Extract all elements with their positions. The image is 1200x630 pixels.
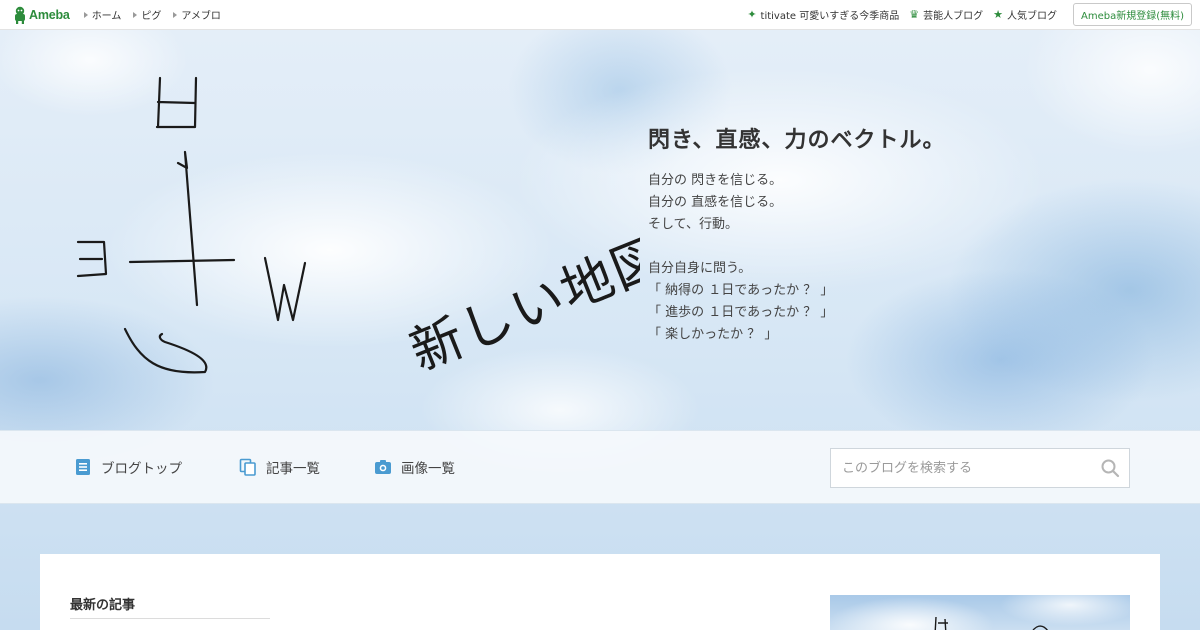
- description-line: 「 納得の １日であったか ？ 」: [648, 283, 834, 298]
- popular-blog-link[interactable]: ★ 人気ブログ: [993, 7, 1057, 22]
- description-line: 「 進歩の １日であったか ？ 」: [648, 305, 834, 320]
- triangle-right-icon: [173, 11, 178, 18]
- description-line: 自分自身に問う。: [648, 261, 752, 276]
- description-line: 自分の 閃きを信じる。: [648, 173, 783, 188]
- nav-blog-top-label: ブログトップ: [101, 461, 182, 477]
- thumbnail-artwork: [934, 616, 1049, 630]
- main-content-panel: 最新の記事: [40, 554, 1160, 630]
- topnav-ameblo-label: アメブロ: [181, 11, 221, 22]
- description-line: [648, 236, 1168, 258]
- celebrity-blog-link[interactable]: ♛ 芸能人ブログ: [909, 7, 983, 22]
- ameba-global-nav: ホーム ピグ アメブロ: [83, 7, 233, 22]
- topnav-pigg-link[interactable]: ピグ: [133, 7, 161, 22]
- ameba-logo-icon: [15, 6, 25, 24]
- description-line: 「 楽しかったか ？ 」: [648, 327, 778, 342]
- ameba-topbar: Ameba ホーム ピグ アメブロ ✦ titivate 可愛いすぎる今季商品 …: [0, 0, 1200, 30]
- nav-blog-top[interactable]: ブログトップ: [74, 457, 182, 477]
- celebrity-blog-label: 芸能人ブログ: [923, 11, 984, 22]
- topbar-right-links: ✦ titivate 可愛いすぎる今季商品 ♛ 芸能人ブログ ★ 人気ブログ A…: [737, 3, 1192, 26]
- blog-nav-bar: ブログトップ 記事一覧 画像一覧: [0, 430, 1200, 504]
- artwork-lettering: 新しい地図: [402, 226, 640, 383]
- blog-title[interactable]: 閃き、直感、力のベクトル。: [648, 122, 1168, 154]
- crown-icon: ♛: [909, 8, 920, 21]
- document-icon: [76, 459, 90, 475]
- search-icon[interactable]: [1100, 458, 1120, 478]
- nav-image-list[interactable]: 画像一覧: [374, 457, 455, 477]
- topnav-home-label: ホーム: [91, 11, 122, 22]
- blog-search-input[interactable]: [831, 449, 1100, 487]
- popular-blog-label: 人気ブログ: [1006, 11, 1057, 22]
- description-line: そして、行動。: [648, 217, 738, 232]
- topnav-pigg-label: ピグ: [141, 11, 162, 22]
- nav-article-list-label: 記事一覧: [266, 461, 320, 477]
- triangle-right-icon: [133, 11, 138, 18]
- promo-titivate-label: titivate 可愛いすぎる今季商品: [760, 11, 900, 22]
- copy-icon: [239, 458, 256, 476]
- sparkle-icon: ✦: [747, 8, 757, 21]
- star-icon: ★: [993, 8, 1003, 21]
- artwork-title-text: 新しい地図: [402, 226, 640, 383]
- header-artwork[interactable]: 新しい地図: [0, 30, 640, 430]
- hand-drawn-map-artwork: 新しい地図: [76, 76, 640, 383]
- topnav-home-link[interactable]: ホーム: [83, 7, 122, 22]
- register-button[interactable]: Ameba新規登録(無料): [1072, 3, 1192, 26]
- ameba-logo[interactable]: Ameba: [13, 6, 70, 24]
- triangle-right-icon: [83, 11, 88, 18]
- description-line: 自分の 直感を信じる。: [648, 195, 783, 210]
- blog-header-text: 閃き、直感、力のベクトル。 自分の 閃きを信じる。 自分の 直感を信じる。 そし…: [648, 122, 1168, 346]
- latest-articles-heading: 最新の記事: [70, 598, 136, 613]
- blog-search-box: [830, 448, 1130, 488]
- heading-divider: [70, 618, 270, 619]
- topnav-ameblo-link[interactable]: アメブロ: [173, 7, 221, 22]
- promo-titivate-link[interactable]: ✦ titivate 可愛いすぎる今季商品: [747, 7, 899, 22]
- nav-image-list-label: 画像一覧: [401, 461, 455, 477]
- ameba-logo-text: Ameba: [29, 7, 70, 22]
- blog-description: 自分の 閃きを信じる。 自分の 直感を信じる。 そして、行動。 自分自身に問う。…: [648, 170, 1168, 346]
- nav-article-list[interactable]: 記事一覧: [239, 457, 320, 477]
- sidebar-profile-image[interactable]: [830, 595, 1130, 630]
- camera-icon: [375, 460, 391, 474]
